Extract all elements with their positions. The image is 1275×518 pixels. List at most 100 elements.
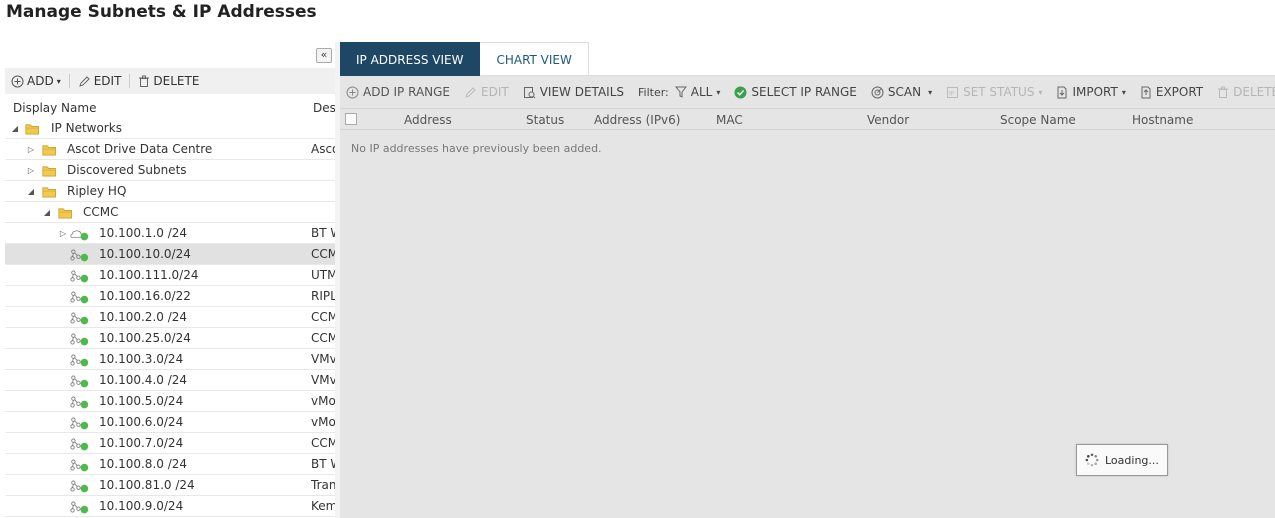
folder-icon xyxy=(42,166,56,177)
scan-button[interactable]: SCAN ▾ xyxy=(871,85,932,99)
edit-button[interactable]: EDIT xyxy=(78,74,122,88)
add-label: ADD xyxy=(27,74,54,88)
toolbar-divider xyxy=(129,74,131,88)
tree-row[interactable]: 10.100.8.0 /24 BT W xyxy=(5,454,335,475)
tree-node-label: 10.100.16.0/22 xyxy=(99,289,191,303)
tree-row[interactable]: 10.100.2.0 /24 CCM xyxy=(5,307,335,328)
tree-node-description: BT W xyxy=(311,226,335,240)
filter-icon xyxy=(674,86,687,98)
tree-row[interactable]: ▷ 10.100.1.0 /24 BT W xyxy=(5,223,335,244)
expand-arrow-icon[interactable]: ▷ xyxy=(26,166,36,175)
tree-row[interactable]: 10.100.6.0/24 vMo xyxy=(5,412,335,433)
export-icon xyxy=(1141,86,1151,98)
subnet-icon xyxy=(70,312,89,325)
tree-row[interactable]: 10.100.9.0/24 Kem xyxy=(5,496,335,517)
add-ip-range-button[interactable]: ADD IP RANGE xyxy=(346,85,450,99)
toolbar-divider xyxy=(68,74,70,88)
subnet-icon xyxy=(70,459,89,472)
collapse-arrow-icon[interactable]: ◢ xyxy=(10,124,20,133)
tree-node-label: 10.100.8.0 /24 xyxy=(99,457,188,471)
column-address[interactable]: Address xyxy=(404,113,452,127)
tree-row[interactable]: 10.100.16.0/22 RIPL xyxy=(5,286,335,307)
import-label: IMPORT xyxy=(1072,85,1118,99)
plus-circle-icon xyxy=(346,86,359,98)
column-status[interactable]: Status xyxy=(526,113,564,127)
collapse-panel-button[interactable]: « xyxy=(316,48,332,63)
tree-node-label: 10.100.1.0 /24 xyxy=(99,226,188,240)
tree-node-description: RIPL xyxy=(311,289,335,303)
column-vendor[interactable]: Vendor xyxy=(867,113,909,127)
trash-icon xyxy=(139,75,150,87)
select-all-checkbox[interactable] xyxy=(345,113,357,125)
select-ip-range-button[interactable]: SELECT IP RANGE xyxy=(734,85,857,99)
tree-row[interactable]: 10.100.111.0/24 UTM xyxy=(5,265,335,286)
tree-node-label: 10.100.7.0/24 xyxy=(99,436,184,450)
tree-row[interactable]: 10.100.25.0/24 CCM xyxy=(5,328,335,349)
tree-node-description: UTM xyxy=(311,268,335,282)
caret-down-icon: ▾ xyxy=(1121,87,1126,97)
delete-ip-button[interactable]: DELETE xyxy=(1217,85,1275,99)
supernet-icon xyxy=(70,230,89,241)
subnet-icon xyxy=(70,270,89,283)
expand-arrow-icon[interactable]: ▷ xyxy=(26,145,36,154)
tree-node-label: 10.100.81.0 /24 xyxy=(99,478,195,492)
import-icon xyxy=(1057,86,1067,98)
trash-icon xyxy=(1218,86,1229,98)
column-hostname[interactable]: Hostname xyxy=(1132,113,1193,127)
ip-grid-header: Address Status Address (IPv6) MAC Vendor… xyxy=(340,108,1275,130)
expand-arrow-icon[interactable]: ▷ xyxy=(58,229,68,238)
tree-node-description: CCM xyxy=(311,247,335,261)
tree-node-label: Ripley HQ xyxy=(67,184,127,198)
tree-node-description: Tran xyxy=(311,478,335,492)
tree-node-label: 10.100.5.0/24 xyxy=(99,394,184,408)
add-button[interactable]: ADD ▾ xyxy=(11,74,61,88)
spinner-icon xyxy=(1085,453,1099,467)
folder-icon xyxy=(42,187,56,198)
tree-row[interactable]: 10.100.81.0 /24 Tran xyxy=(5,475,335,496)
edit-ip-button[interactable]: EDIT xyxy=(464,85,509,99)
tree-node-description: Kem xyxy=(311,499,335,513)
column-description[interactable]: Des xyxy=(313,101,335,115)
details-icon xyxy=(523,86,536,98)
tree-row[interactable]: 10.100.7.0/24 CCM xyxy=(5,433,335,454)
view-details-label: VIEW DETAILS xyxy=(539,85,624,99)
caret-down-icon: ▾ xyxy=(928,87,933,97)
caret-down-icon: ▾ xyxy=(716,87,721,97)
column-mac[interactable]: MAC xyxy=(716,113,743,127)
tree-row[interactable]: ◢ IP Networks xyxy=(5,118,335,139)
empty-grid-message: No IP addresses have previously been add… xyxy=(351,142,602,155)
export-button[interactable]: EXPORT xyxy=(1140,85,1203,99)
tree-row[interactable]: ▷ Ascot Drive Data Centre Asco xyxy=(5,139,335,160)
tree-node-description: VMv xyxy=(311,373,335,387)
tab-chart-view[interactable]: CHART VIEW xyxy=(480,42,589,76)
subnet-icon xyxy=(70,354,89,367)
tree-row[interactable]: 10.100.10.0/24 CCM xyxy=(5,244,335,265)
tree-row[interactable]: 10.100.5.0/24 vMo xyxy=(5,391,335,412)
view-tabs: IP ADDRESS VIEW CHART VIEW xyxy=(340,42,1275,76)
scan-label: SCAN xyxy=(887,85,922,99)
tab-ip-address-view[interactable]: IP ADDRESS VIEW xyxy=(340,42,481,76)
tree-node-description: CCM xyxy=(311,310,335,324)
import-button[interactable]: IMPORT ▾ xyxy=(1056,85,1126,99)
column-scope-name[interactable]: Scope Name xyxy=(1000,113,1076,127)
tree-row[interactable]: ◢ CCMC xyxy=(5,202,335,223)
tree-row[interactable]: 10.100.4.0 /24 VMv xyxy=(5,370,335,391)
view-details-button[interactable]: VIEW DETAILS xyxy=(523,85,624,99)
filter-dropdown[interactable]: ALL ▾ xyxy=(674,85,721,99)
column-address-ipv6[interactable]: Address (IPv6) xyxy=(594,113,680,127)
edit-label: EDIT xyxy=(93,74,122,88)
collapse-arrow-icon[interactable]: ◢ xyxy=(26,187,36,196)
column-display-name[interactable]: Display Name xyxy=(13,101,96,115)
collapse-arrow-icon[interactable]: ◢ xyxy=(42,208,52,217)
delete-button[interactable]: DELETE xyxy=(138,74,199,88)
pencil-icon xyxy=(465,86,476,98)
tree-row[interactable]: ◢ Ripley HQ xyxy=(5,181,335,202)
tree-node-description: vMo xyxy=(311,415,335,429)
tree-node-description: vMo xyxy=(311,394,335,408)
folder-icon xyxy=(42,145,56,156)
tree-node-label: 10.100.25.0/24 xyxy=(99,331,191,345)
tree-row[interactable]: 10.100.3.0/24 VMv xyxy=(5,349,335,370)
tree-node-label: Ascot Drive Data Centre xyxy=(67,142,213,156)
tree-row[interactable]: ▷ Discovered Subnets xyxy=(5,160,335,181)
set-status-button[interactable]: IP SET STATUS ▾ xyxy=(946,85,1042,99)
